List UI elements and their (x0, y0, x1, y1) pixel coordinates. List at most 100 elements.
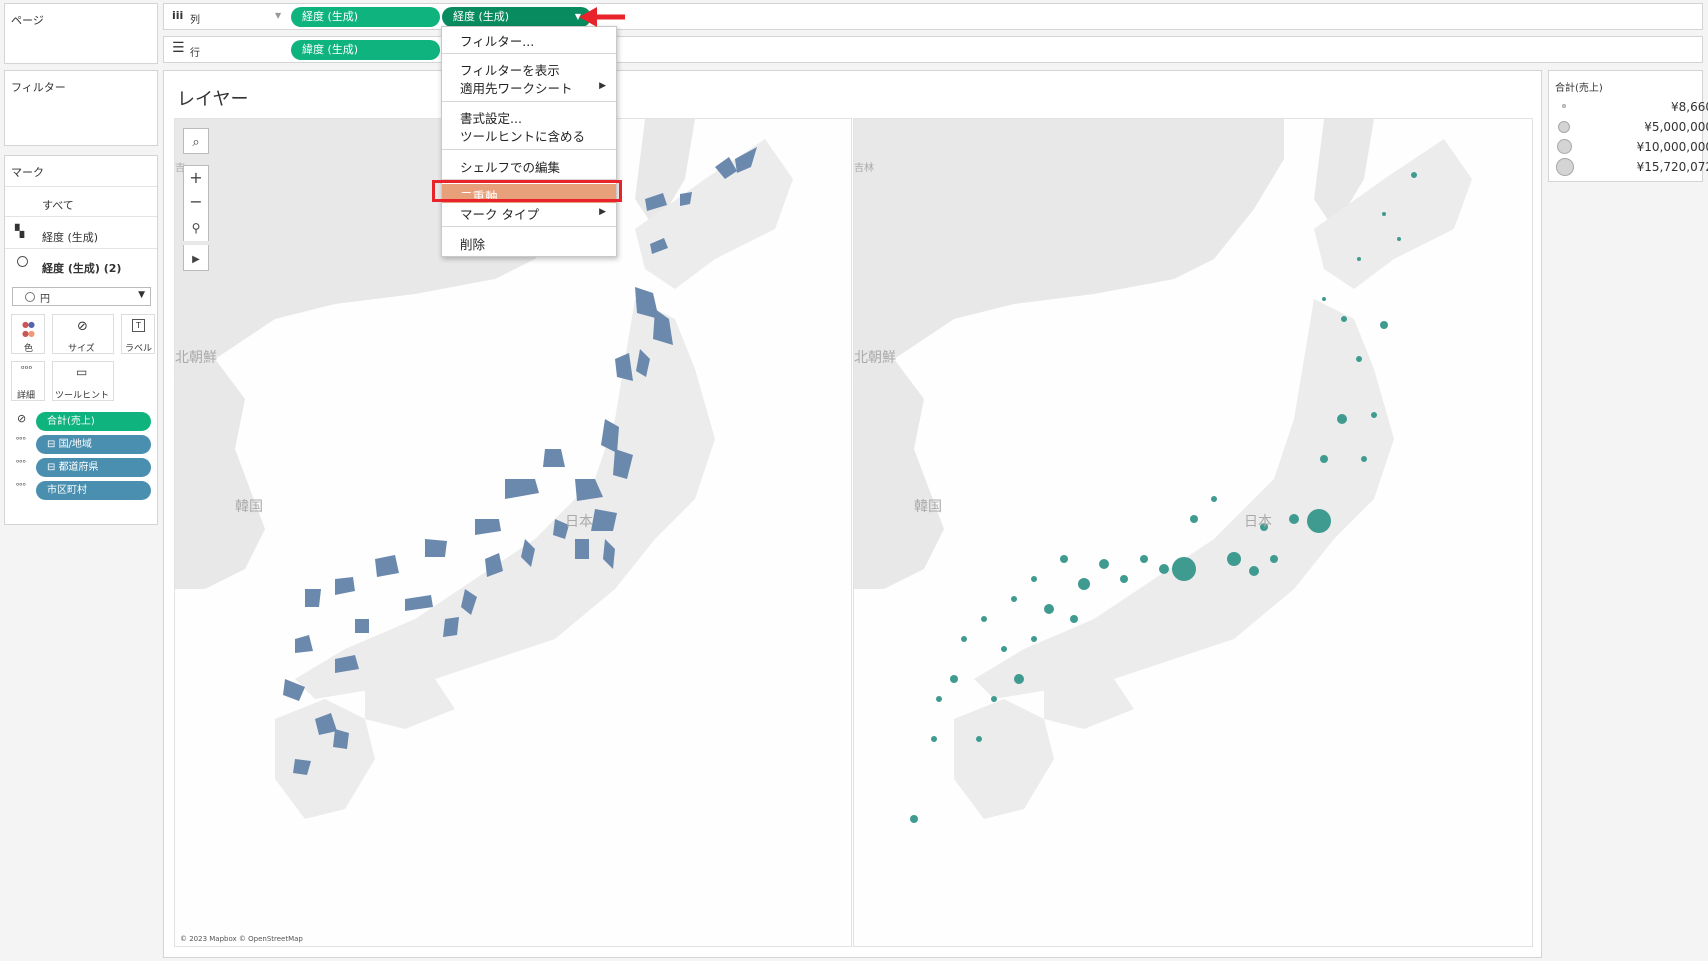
size-circle-icon (1562, 104, 1566, 108)
detail-button[interactable]: ᵒᵒᵒ 詳細 (11, 361, 45, 401)
columns-caret-icon: ▼ (275, 11, 282, 20)
map-label-korea: 韓国 (235, 499, 263, 515)
pill-country[interactable]: ⊟ 国/地域 (36, 435, 151, 454)
columns-pill-2[interactable]: 経度 (生成) ▼ (442, 7, 591, 27)
rows-pill[interactable]: 緯度 (生成) (291, 40, 440, 60)
circle-icon (25, 292, 35, 302)
tooltip-label: ツールヒント (55, 391, 110, 401)
pages-card[interactable]: ページ (4, 3, 158, 64)
detail-pill-icon-2: ᵒᵒᵒ (16, 458, 26, 467)
submenu-arrow-icon: ▶ (599, 81, 606, 91)
map-label-japan: 日本 (565, 514, 593, 530)
mark-type-dropdown[interactable]: 円 ▼ (12, 287, 151, 306)
size-circle-icon (1557, 139, 1572, 154)
size-circle-icon (1556, 158, 1574, 176)
detail-label: 詳細 (17, 391, 36, 401)
pill-prefecture-label: 都道府県 (58, 462, 99, 473)
landmass-korea (175, 359, 265, 589)
legend-value-2: ¥5,000,000 (1644, 120, 1708, 134)
menu-item-show-filter[interactable]: フィルターを表示 (460, 60, 560, 79)
marks-layer1-tab[interactable]: 経度 (生成) (42, 229, 98, 245)
zoom-out-button[interactable]: − (183, 190, 209, 216)
columns-shelf[interactable]: iii 列 ▼ 経度 (生成) 経度 (生成) ▼ (163, 3, 1703, 30)
columns-pill-2-label: 経度 (生成) (453, 10, 510, 23)
tooltip-button[interactable]: ▭ ツールヒント (52, 361, 114, 401)
pill-sum-sales[interactable]: 合計(売上) (36, 412, 151, 431)
menu-item-include-tooltip[interactable]: ツールヒントに含める (460, 126, 585, 145)
search-icon: ⌕ (192, 135, 200, 150)
columns-icon: iii (172, 9, 184, 22)
submenu-arrow-icon: ▶ (599, 207, 606, 217)
rows-shelf[interactable]: ☰ 行 緯度 (生成) (163, 36, 1703, 63)
chevron-down-icon: ▼ (138, 290, 145, 300)
minus-box-icon: ⊟ (47, 462, 59, 473)
pill-city[interactable]: 市区町村 (36, 481, 151, 500)
filters-label: フィルター (11, 81, 66, 94)
legend-value-4: ¥15,720,072 (1636, 160, 1708, 174)
menu-item-apply-worksheet[interactable]: 適用先ワークシート (460, 78, 573, 97)
minus-icon: − (189, 192, 203, 211)
menu-item-remove[interactable]: 削除 (460, 234, 485, 253)
size-legend[interactable]: 合計(売上) ¥8,660 ¥5,000,000 ¥10,000,000 ¥15… (1548, 70, 1708, 182)
landmass-asia (854, 119, 1284, 379)
color-label: 色 (24, 344, 34, 354)
size-circle-icon (1558, 121, 1570, 133)
menu-item-filter[interactable]: フィルター... (460, 31, 534, 50)
marks-label: マーク (11, 166, 44, 179)
rows-label: 行 (190, 48, 200, 59)
map-label-japan: 日本 (1244, 514, 1272, 530)
menu-item-mark-type[interactable]: マーク タイプ (460, 204, 539, 223)
pin-map-button[interactable]: ⚲ (183, 215, 209, 241)
pages-label: ページ (11, 14, 44, 27)
landmass-kyushu (954, 699, 1054, 819)
size-label: サイズ (68, 344, 95, 354)
columns-label: 列 (190, 15, 200, 26)
size-icon: ⊘ (77, 319, 88, 334)
text-icon: T (132, 319, 145, 332)
color-button[interactable]: ●● ●● 色 (11, 314, 45, 354)
detail-pill-icon-3: ᵒᵒᵒ (16, 481, 26, 490)
legend-value-1: ¥8,660 (1671, 100, 1708, 114)
label-button[interactable]: T ラベル (121, 314, 155, 354)
circle-layer-icon (17, 256, 28, 267)
marks-card: マーク すべて ▚ 経度 (生成) 経度 (生成) (2) 円 ▼ ●● ●● 色… (4, 155, 158, 525)
menu-item-edit-in-shelf[interactable]: シェルフでの編集 (460, 157, 560, 176)
filters-card[interactable]: フィルター (4, 70, 158, 146)
pill-context-menu: フィルター... フィルターを表示 適用先ワークシート ▶ 書式設定... ツー… (441, 26, 617, 257)
search-map-button[interactable]: ⌕ (183, 128, 209, 154)
marks-layer2-tab[interactable]: 経度 (生成) (2) (42, 260, 121, 276)
legend-value-3: ¥10,000,000 (1636, 140, 1708, 154)
annotation-arrow-icon (579, 7, 625, 27)
map-label-north-korea: 北朝鮮 (854, 350, 896, 366)
map-label-north-korea: 北朝鮮 (175, 350, 217, 366)
detail-pill-icon-1: ᵒᵒᵒ (16, 435, 26, 444)
menu-item-format[interactable]: 書式設定... (460, 108, 522, 127)
view-title: レイヤー (177, 89, 249, 110)
zoom-in-button[interactable]: + (183, 165, 209, 191)
highlight-box (432, 180, 622, 202)
plus-icon: + (189, 168, 203, 187)
map-attribution: © 2023 Mapbox © OpenStreetMap (180, 935, 303, 943)
marks-all-tab[interactable]: すべて (42, 197, 74, 213)
color-dots-icon: ●● ●● (22, 320, 35, 338)
tooltip-icon: ▭ (76, 365, 88, 379)
detail-icon: ᵒᵒᵒ (21, 365, 33, 375)
minus-box-icon: ⊟ (47, 439, 59, 450)
size-button[interactable]: ⊘ サイズ (52, 314, 114, 354)
pin-icon: ⚲ (191, 221, 201, 235)
pill-country-label: 国/地域 (58, 439, 92, 450)
play-icon: ▶ (192, 254, 200, 265)
pill-prefecture[interactable]: ⊟ 都道府県 (36, 458, 151, 477)
map-label-korea: 韓国 (914, 499, 942, 515)
mark-type-value: 円 (40, 294, 50, 305)
columns-pill-1[interactable]: 経度 (生成) (291, 7, 440, 27)
label-label: ラベル (125, 344, 153, 354)
legend-title: 合計(売上) (1555, 83, 1603, 94)
map-circles-svg (854, 119, 1472, 823)
rows-icon: ☰ (172, 40, 185, 56)
map-label-jilin: 吉林 (854, 163, 874, 174)
size-pill-icon: ⊘ (17, 412, 27, 425)
map-circles[interactable]: 吉林 北朝鮮 韓国 日本 (853, 118, 1533, 947)
map-toolbar-expand-button[interactable]: ▶ (183, 245, 209, 271)
map-layer-icon: ▚ (15, 224, 25, 238)
